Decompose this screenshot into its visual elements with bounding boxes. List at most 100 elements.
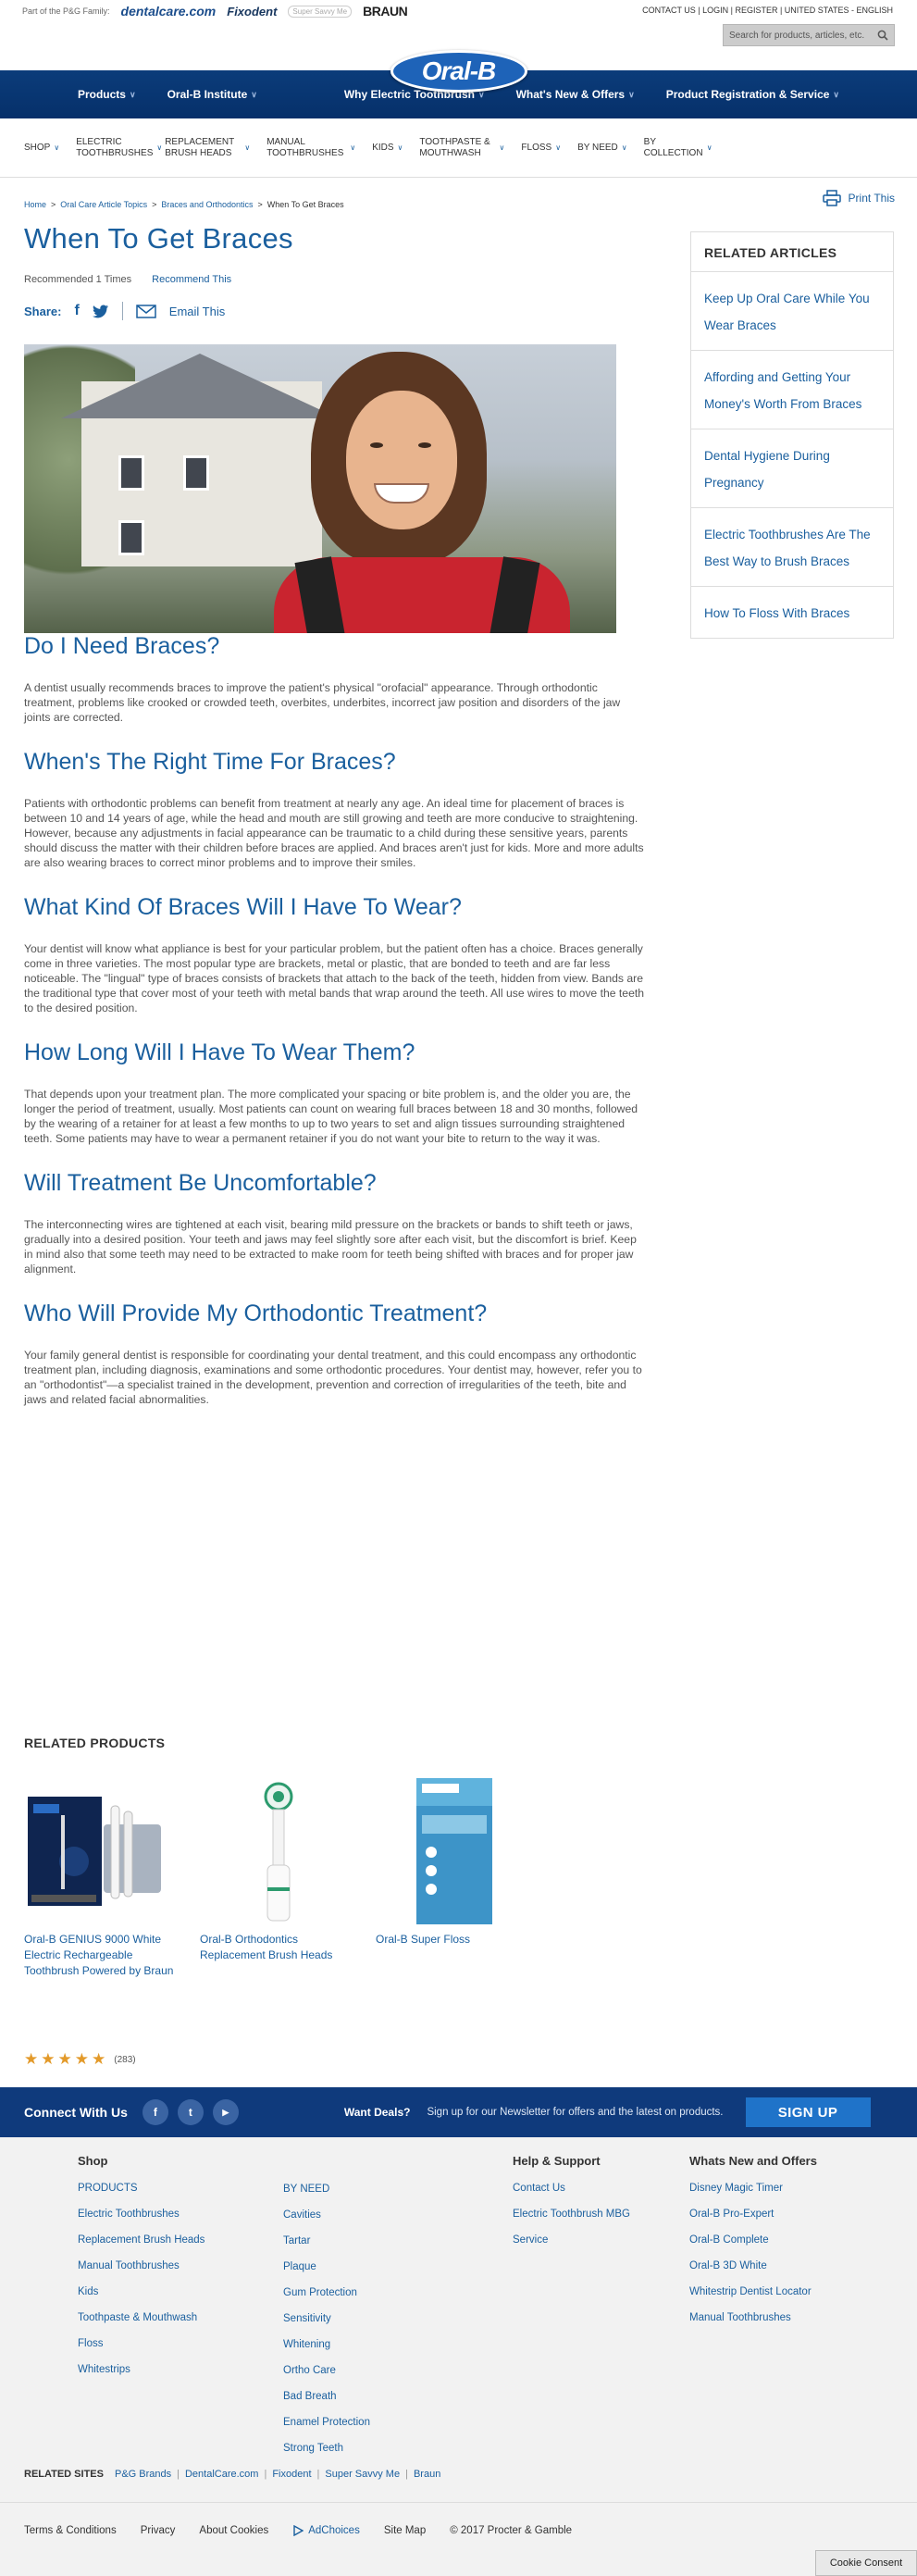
breadcrumb-home[interactable]: Home (24, 200, 46, 209)
footer-link[interactable]: Whitening (283, 2332, 370, 2358)
related-site-link[interactable]: Super Savvy Me (325, 2469, 400, 2480)
section-body: The interconnecting wires are tightened … (24, 1218, 637, 1276)
fixodent-logo-link[interactable]: Fixodent (227, 5, 277, 19)
footer-link[interactable]: Enamel Protection (283, 2409, 370, 2435)
footer-link[interactable]: Cavities (283, 2202, 370, 2228)
terms-link[interactable]: Terms & Conditions (24, 2525, 117, 2536)
related-article-link[interactable]: Affording and Getting Your Money's Worth… (691, 351, 893, 429)
subnav-by-collection[interactable]: BY COLLECTION ∨ (644, 137, 713, 159)
related-article-link[interactable]: Keep Up Oral Care While You Wear Braces (691, 272, 893, 351)
footer-whats-new-col: Whats New and Offers Disney Magic Timer … (689, 2154, 817, 2331)
share-divider (121, 302, 123, 320)
footer-link[interactable]: Sensitivity (283, 2306, 370, 2332)
related-article-link[interactable]: How To Floss With Braces (691, 587, 893, 638)
cookies-link[interactable]: About Cookies (199, 2525, 268, 2536)
related-article-link[interactable]: Dental Hygiene During Pregnancy (691, 429, 893, 508)
section-how-long: How Long Will I Have To Wear Them? That … (24, 1039, 644, 1146)
subnav-replacement-brush-heads[interactable]: REPLACEMENT BRUSH HEADS ∨ (165, 137, 250, 159)
footer-link[interactable]: Whitestrip Dentist Locator (689, 2279, 817, 2305)
product-card[interactable]: Oral-B Orthodontics Replacement Brush He… (200, 1778, 357, 1979)
footer-link[interactable]: BY NEED (283, 2176, 370, 2202)
related-site-link[interactable]: Braun (414, 2469, 440, 2480)
subnav-kids[interactable]: KIDS ∨ (372, 143, 403, 154)
nav-label: Oral-B Institute (167, 88, 248, 101)
footer-link[interactable]: Ortho Care (283, 2358, 370, 2383)
footer-link[interactable]: Electric Toothbrushes (78, 2201, 204, 2227)
footer-link[interactable]: Bad Breath (283, 2383, 370, 2409)
chevron-down-icon: ∨ (156, 143, 163, 152)
footer-link[interactable]: Oral-B Complete (689, 2227, 817, 2253)
footer-link[interactable]: Floss (78, 2331, 204, 2357)
product-image-ortho-heads[interactable] (200, 1778, 357, 1926)
footer-link[interactable]: Service (513, 2227, 630, 2253)
footer-link[interactable]: Whitestrips (78, 2357, 204, 2383)
footer-link[interactable]: Disney Magic Timer (689, 2175, 817, 2201)
related-article-link[interactable]: Electric Toothbrushes Are The Best Way t… (691, 508, 893, 587)
subnav-label: MANUAL TOOTHBRUSHES (266, 136, 344, 158)
footer-link[interactable]: Oral-B 3D White (689, 2253, 817, 2279)
footer-link[interactable]: Manual Toothbrushes (78, 2253, 204, 2279)
product-name[interactable]: Oral-B Orthodontics Replacement Brush He… (200, 1932, 357, 1963)
sitemap-link[interactable]: Site Map (384, 2525, 426, 2536)
related-site-link[interactable]: Fixodent (272, 2469, 311, 2480)
search-input[interactable]: Search for products, articles, etc. (723, 24, 895, 46)
breadcrumb-braces[interactable]: Braces and Orthodontics (161, 200, 253, 209)
print-button[interactable]: Print This (822, 190, 895, 206)
signup-button[interactable]: SIGN UP (745, 2097, 871, 2127)
search-icon[interactable] (877, 30, 888, 41)
product-image-genius[interactable] (24, 1778, 181, 1926)
dentalcare-logo-link[interactable]: dentalcare.com (121, 4, 217, 19)
related-site-link[interactable]: DentalCare.com (185, 2469, 258, 2480)
footer-link[interactable]: Kids (78, 2279, 204, 2305)
footer-link[interactable]: Plaque (283, 2254, 370, 2280)
subnav-by-need[interactable]: BY NEED ∨ (577, 143, 627, 154)
footer-link[interactable]: Manual Toothbrushes (689, 2305, 817, 2331)
product-image-super-floss[interactable] (376, 1778, 533, 1926)
related-site-link[interactable]: P&G Brands (115, 2469, 171, 2480)
braun-logo-link[interactable]: BRAUN (363, 4, 408, 19)
breadcrumb-topics[interactable]: Oral Care Article Topics (60, 200, 147, 209)
footer-link[interactable]: Electric Toothbrush MBG (513, 2201, 630, 2227)
nav-oral-b-institute[interactable]: Oral-B Institute ∨ (167, 88, 257, 101)
cookie-consent-button[interactable]: Cookie Consent (815, 2550, 917, 2576)
section-heading: When's The Right Time For Braces? (24, 749, 396, 775)
facebook-icon[interactable]: f (142, 2099, 168, 2125)
product-card[interactable]: Oral-B GENIUS 9000 White Electric Rechar… (24, 1778, 181, 1979)
twitter-icon[interactable] (92, 305, 109, 318)
oral-b-logo[interactable]: Oral-B (390, 50, 527, 93)
search-placeholder: Search for products, articles, etc. (729, 30, 865, 41)
footer-link[interactable]: Toothpaste & Mouthwash (78, 2305, 204, 2331)
subnav-toothpaste-mouthwash[interactable]: TOOTHPASTE & MOUTHWASH ∨ (419, 137, 504, 159)
recommend-link[interactable]: Recommend This (152, 274, 231, 285)
footer-link[interactable]: Gum Protection (283, 2280, 370, 2306)
product-card[interactable]: Oral-B Super Floss (376, 1778, 533, 1979)
footer-link[interactable]: Oral-B Pro-Expert (689, 2201, 817, 2227)
subnav-electric-toothbrushes[interactable]: ELECTRIC TOOTHBRUSHES ∨ (76, 137, 162, 159)
adchoices-link[interactable]: AdChoices (292, 2525, 360, 2536)
product-rating[interactable]: ★ ★ ★ ★ ★ (283) (24, 2050, 136, 2069)
subnav-manual-toothbrushes[interactable]: MANUAL TOOTHBRUSHES ∨ (266, 137, 355, 159)
product-name[interactable]: Oral-B Super Floss (376, 1932, 533, 1948)
email-icon[interactable] (136, 304, 156, 318)
facebook-icon[interactable]: f (74, 303, 79, 319)
footer-link[interactable]: Contact Us (513, 2175, 630, 2201)
footer-link[interactable]: Tartar (283, 2228, 370, 2254)
nav-product-registration[interactable]: Product Registration & Service ∨ (666, 88, 839, 101)
privacy-link[interactable]: Privacy (141, 2525, 176, 2536)
section-do-i-need-braces: Do I Need Braces? A dentist usually reco… (24, 633, 644, 725)
nav-products[interactable]: Products ∨ (78, 88, 136, 101)
related-products-title: RELATED PRODUCTS (24, 1736, 166, 1750)
footer-link[interactable]: PRODUCTS (78, 2175, 204, 2201)
footer-link[interactable]: Strong Teeth (283, 2435, 370, 2461)
chevron-down-icon: ∨ (555, 143, 562, 152)
twitter-icon[interactable]: t (177, 2099, 204, 2125)
supersavvyme-logo-link[interactable]: Super Savvy Me (288, 5, 353, 18)
youtube-icon[interactable]: ▶ (212, 2099, 239, 2125)
nav-whats-new[interactable]: What's New & Offers ∨ (516, 88, 635, 101)
footer-link[interactable]: Replacement Brush Heads (78, 2227, 204, 2253)
account-links[interactable]: CONTACT US | LOGIN | REGISTER | UNITED S… (642, 6, 893, 15)
subnav-floss[interactable]: FLOSS ∨ (521, 143, 561, 154)
email-link[interactable]: Email This (169, 305, 225, 318)
subnav-shop[interactable]: SHOP ∨ (24, 143, 59, 154)
product-name[interactable]: Oral-B GENIUS 9000 White Electric Rechar… (24, 1932, 181, 1979)
